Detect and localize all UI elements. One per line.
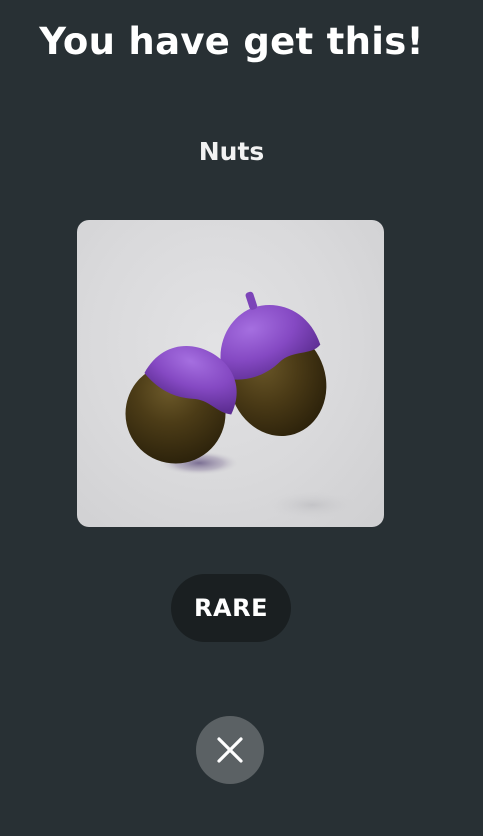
item-name: Nuts [198, 137, 265, 166]
close-button[interactable] [196, 716, 264, 784]
rarity-label: RARE [194, 594, 268, 622]
page-title: You have get this! [39, 20, 424, 63]
acorns-image [125, 291, 357, 519]
close-icon [217, 737, 243, 763]
rarity-badge: RARE [171, 574, 291, 642]
item-image-card [77, 220, 384, 527]
reward-screen: You have get this! Nuts RARE [0, 0, 483, 836]
acorn-shadow-soft [267, 491, 357, 519]
